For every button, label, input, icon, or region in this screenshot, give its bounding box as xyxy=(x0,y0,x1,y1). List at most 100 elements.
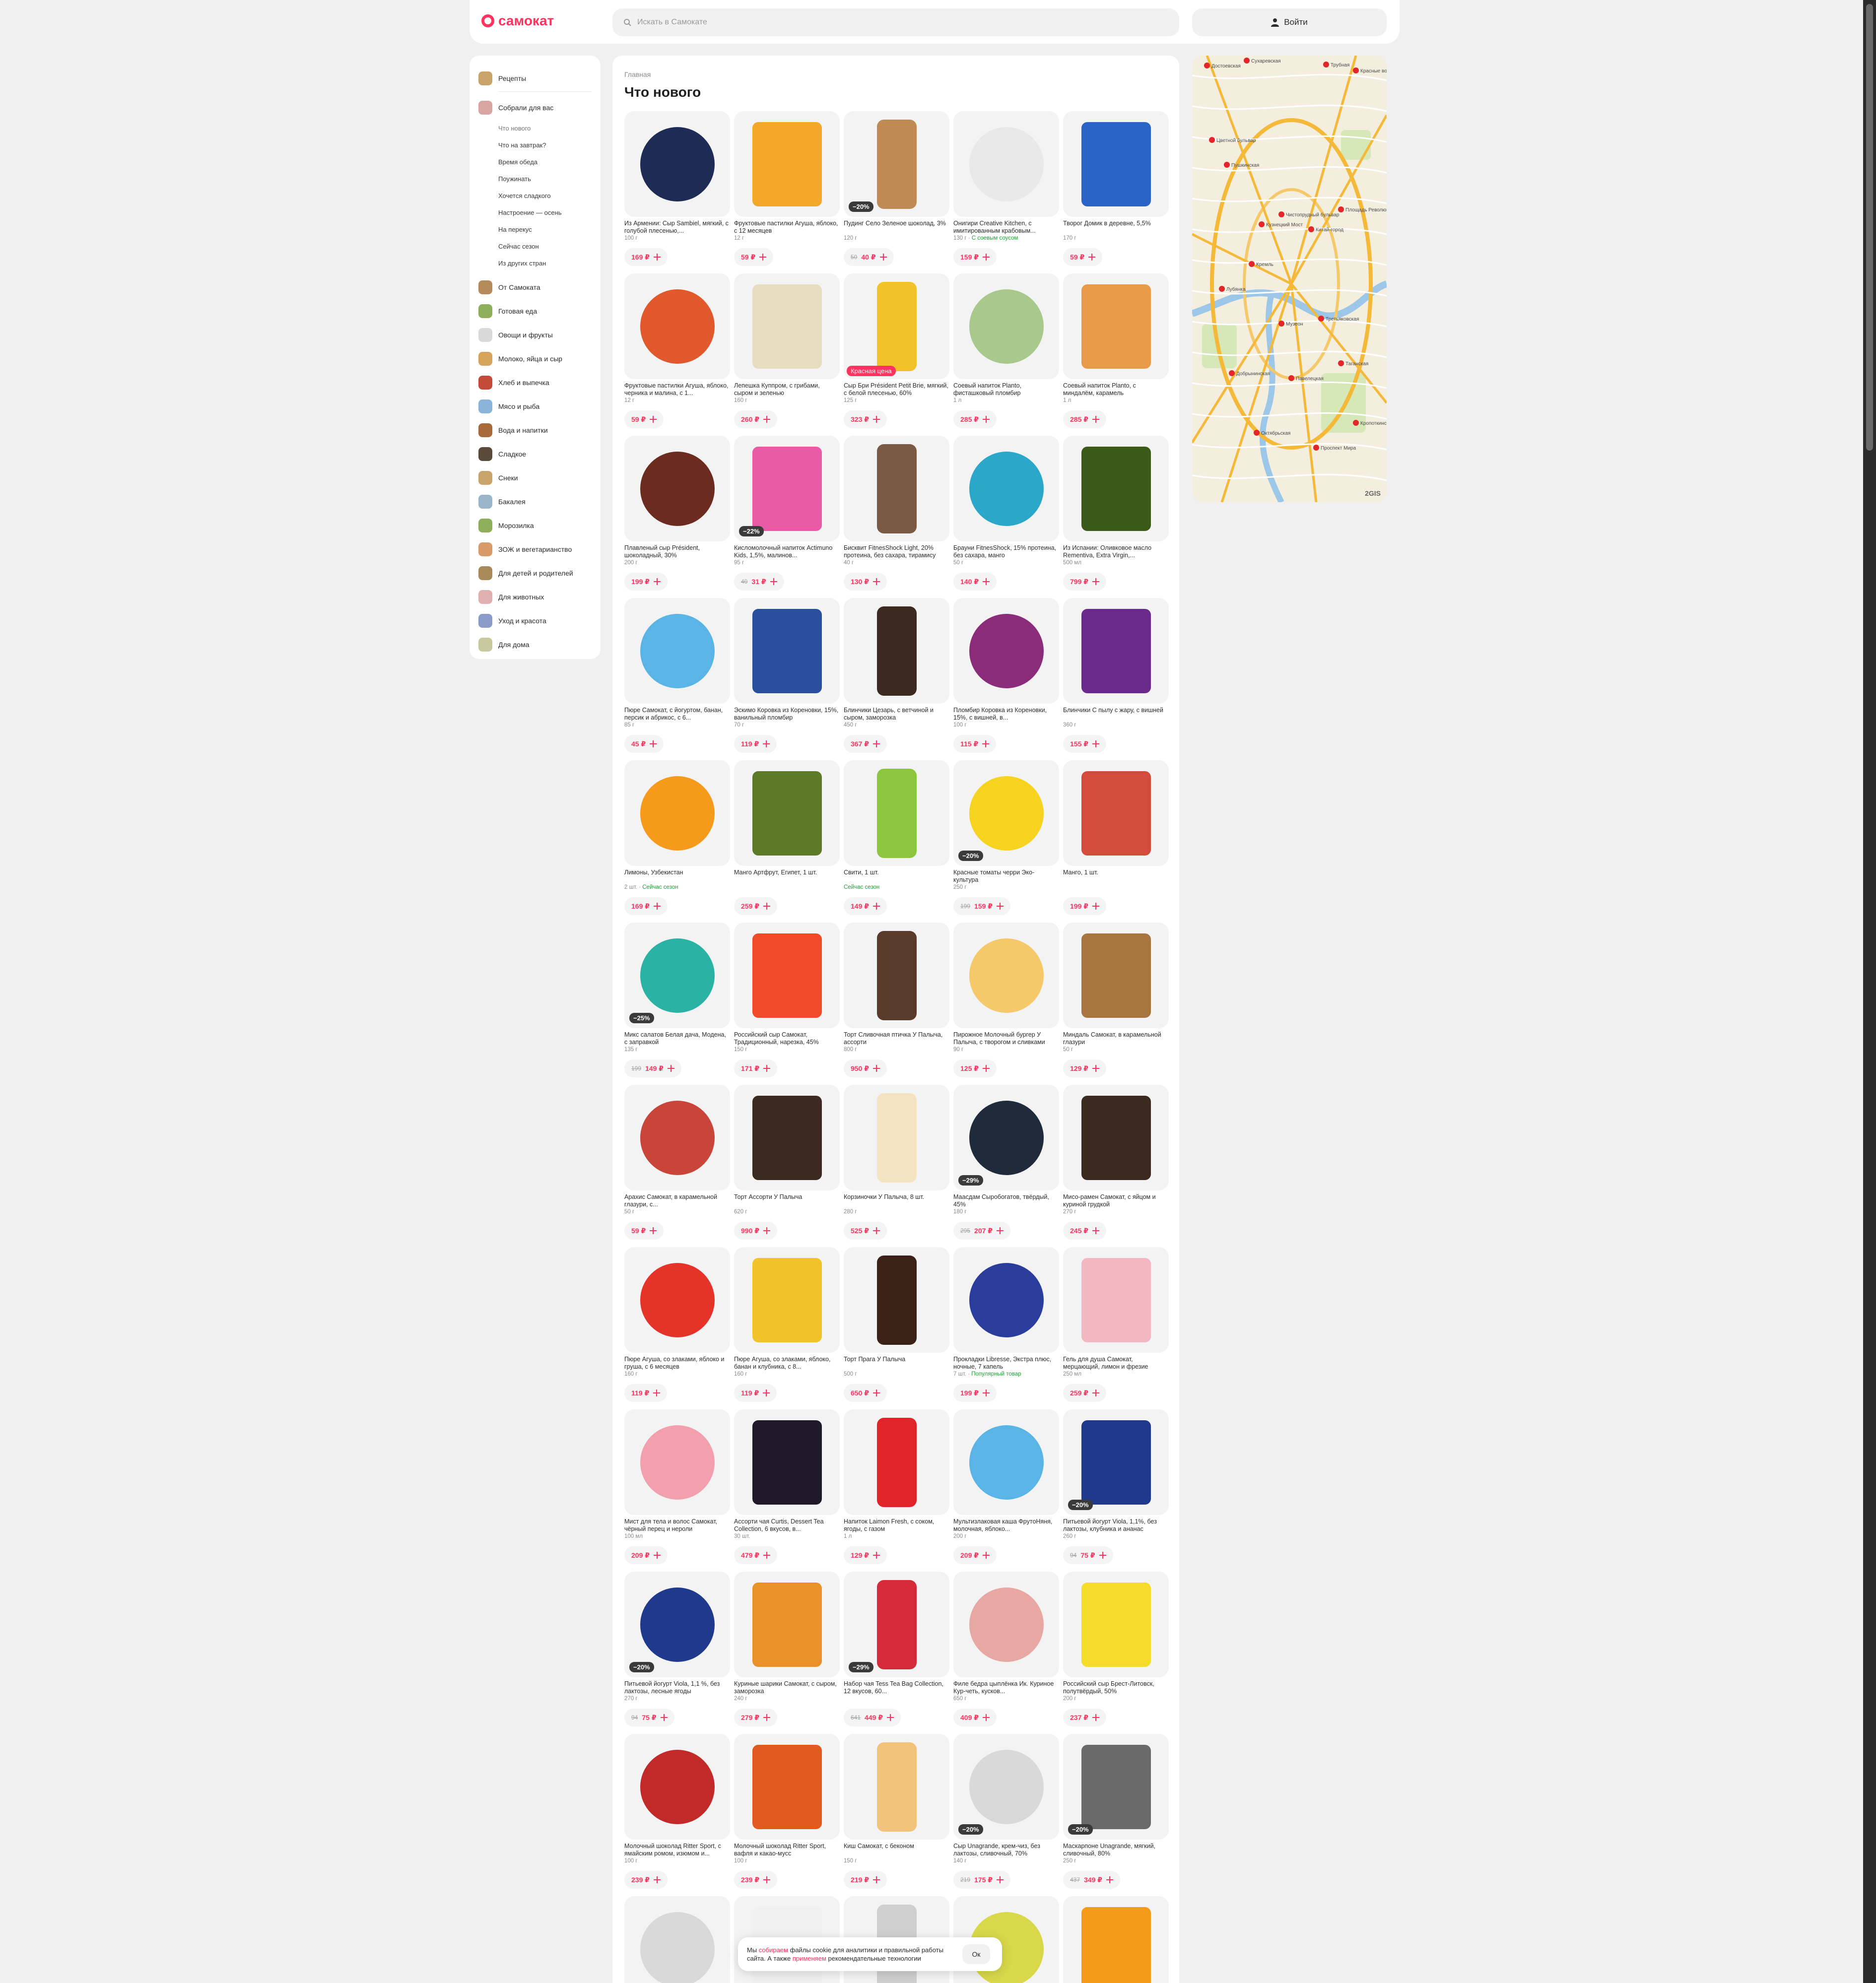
product-name[interactable]: Набор чая Tess Tea Bag Collection, 12 вк… xyxy=(844,1680,949,1695)
product-name[interactable]: Лепешка Куппром, с грибами, сыром и зеле… xyxy=(734,382,840,397)
product-card[interactable]: −22% Кисломолочный напиток Actimuno Kids,… xyxy=(734,436,840,598)
add-to-cart-button[interactable]: 130 ₽ xyxy=(844,573,887,591)
add-to-cart-button[interactable]: 59 ₽ xyxy=(1063,248,1103,266)
add-to-cart-button[interactable]: 219 ₽ xyxy=(844,1871,887,1889)
sidebar-subitem[interactable]: Что нового xyxy=(478,120,592,136)
product-image[interactable] xyxy=(953,436,1059,541)
product-name[interactable]: Манго Артфрут, Египет, 1 шт. xyxy=(734,869,840,884)
product-card[interactable]: Филе бедра цыплёнка Ик. Куриное Кур-четь… xyxy=(953,1572,1059,1734)
product-image[interactable] xyxy=(624,111,730,217)
add-to-cart-button[interactable]: 209 ₽ xyxy=(624,1546,668,1564)
product-card[interactable]: Соевый напиток Planto, фисташковый пломб… xyxy=(953,273,1059,436)
product-card[interactable]: Киш Самокат, с беконом 150 г 219 ₽ xyxy=(844,1734,949,1896)
product-image[interactable] xyxy=(734,1085,840,1190)
add-to-cart-button[interactable]: 199 149 ₽ xyxy=(624,1059,682,1077)
product-image[interactable]: −20% xyxy=(844,111,949,217)
sidebar-subitem[interactable]: Время обеда xyxy=(478,153,592,170)
product-card[interactable]: −20% Сыр Unagrande, крем-чиз, без лактозы… xyxy=(953,1734,1059,1896)
product-name[interactable]: Бисквит FitnesShock Light, 20% протеина,… xyxy=(844,544,949,559)
add-to-cart-button[interactable]: 169 ₽ xyxy=(624,897,668,915)
product-image[interactable] xyxy=(1063,111,1169,217)
add-to-cart-button[interactable]: 129 ₽ xyxy=(1063,1059,1106,1077)
product-name[interactable]: Красные томаты черри Эко-культура xyxy=(953,869,1059,884)
product-name[interactable]: Брауни FitnesShock, 15% протеина, без са… xyxy=(953,544,1059,559)
product-card[interactable]: −20% Маскарпоне Unagrande, мягкий, сливоч… xyxy=(1063,1734,1169,1896)
product-image[interactable] xyxy=(844,923,949,1028)
add-to-cart-button[interactable]: 199 ₽ xyxy=(1063,897,1106,915)
product-card[interactable]: Арахис Самокат, в карамельной глазури, с… xyxy=(624,1085,730,1247)
product-image[interactable] xyxy=(734,111,840,217)
product-card[interactable]: Российский сыр Самокат, Традиционный, на… xyxy=(734,923,840,1085)
product-card[interactable]: Торт Сливочная птичка У Палыча, ассорти 8… xyxy=(844,923,949,1085)
product-card[interactable]: Красная цена Сыр Бри Président Petit Brie… xyxy=(844,273,949,436)
product-card[interactable]: Свити, 1 шт. Сейчас сезон 149 ₽ xyxy=(844,760,949,923)
product-name[interactable]: Молочный шоколад Ritter Sport, с ямайски… xyxy=(624,1843,730,1857)
sidebar-subitem[interactable]: На перекус xyxy=(478,221,592,238)
add-to-cart-button[interactable]: 650 ₽ xyxy=(844,1384,887,1402)
product-card[interactable]: Блинчики Цезарь, с ветчиной и сыром, зам… xyxy=(844,598,949,760)
add-to-cart-button[interactable]: 285 ₽ xyxy=(1063,410,1106,428)
add-to-cart-button[interactable]: 245 ₽ xyxy=(1063,1222,1106,1240)
product-name[interactable]: Миндаль Самокат, в карамельной глазури xyxy=(1063,1031,1169,1046)
product-name[interactable]: Российский сыр Брест-Литовск, полутвёрды… xyxy=(1063,1680,1169,1695)
product-card[interactable]: Фруктовые пастилки Агуша, яблоко, черник… xyxy=(624,273,730,436)
product-name[interactable]: Питьевой йогурт Viola, 1,1 %, без лактоз… xyxy=(624,1680,730,1695)
add-to-cart-button[interactable]: 199 ₽ xyxy=(953,1384,997,1402)
product-image[interactable]: Красная цена xyxy=(844,273,949,379)
product-image[interactable] xyxy=(844,598,949,704)
add-to-cart-button[interactable]: 295 207 ₽ xyxy=(953,1222,1011,1240)
add-to-cart-button[interactable]: 169 ₽ xyxy=(624,248,668,266)
add-to-cart-button[interactable]: 140 ₽ xyxy=(953,573,997,591)
add-to-cart-button[interactable]: 525 ₽ xyxy=(844,1222,887,1240)
product-card[interactable]: −20% Питьевой йогурт Viola, 1,1 %, без ла… xyxy=(624,1572,730,1734)
product-name[interactable]: Гель для душа Самокат, мерцающий, лимон … xyxy=(1063,1356,1169,1371)
product-card[interactable]: Брауни FitnesShock, 15% протеина, без са… xyxy=(953,436,1059,598)
product-name[interactable]: Ассорти чая Curtis, Dessert Tea Collecti… xyxy=(734,1518,840,1533)
product-card[interactable]: Молочный шоколад Ritter Sport, вафля и к… xyxy=(734,1734,840,1896)
scrollbar-thumb[interactable] xyxy=(1866,4,1873,451)
product-card[interactable]: Пюре Агуша, со злаками, яблоко и груша, … xyxy=(624,1247,730,1409)
product-name[interactable]: Питьевой йогурт Viola, 1,1%, без лактозы… xyxy=(1063,1518,1169,1533)
product-image[interactable] xyxy=(624,1896,730,1983)
product-name[interactable]: Пюре Агуша, со злаками, яблоко и груша, … xyxy=(624,1356,730,1371)
product-name[interactable]: Сыр Бри Président Petit Brie, мягкий, с … xyxy=(844,382,949,397)
add-to-cart-button[interactable]: 285 ₽ xyxy=(953,410,997,428)
product-card[interactable]: Манго, 1 шт. 199 ₽ xyxy=(1063,760,1169,923)
product-image[interactable] xyxy=(1063,923,1169,1028)
cookie-link-apply[interactable]: применяем xyxy=(793,1955,826,1962)
product-name[interactable]: Куриные шарики Самокат, с сыром, замороз… xyxy=(734,1680,840,1695)
product-image[interactable] xyxy=(1063,1085,1169,1190)
product-card[interactable]: Молочный шоколад Ritter Sport, с ямайски… xyxy=(624,1734,730,1896)
add-to-cart-button[interactable]: 437 349 ₽ xyxy=(1063,1871,1121,1889)
product-image[interactable]: −25% xyxy=(624,923,730,1028)
add-to-cart-button[interactable]: 119 ₽ xyxy=(734,735,777,753)
add-to-cart-button[interactable]: 799 ₽ xyxy=(1063,573,1106,591)
product-image[interactable] xyxy=(624,760,730,866)
add-to-cart-button[interactable]: 239 ₽ xyxy=(734,1871,777,1889)
add-to-cart-button[interactable]: 367 ₽ xyxy=(844,735,887,753)
product-card[interactable]: Ассорти чая Curtis, Dessert Tea Collecti… xyxy=(734,1409,840,1572)
logo[interactable]: самокат xyxy=(481,13,554,29)
product-card[interactable]: −25% Микс салатов Белая дача, Модена, с з… xyxy=(624,923,730,1085)
product-image[interactable] xyxy=(624,598,730,704)
add-to-cart-button[interactable]: 990 ₽ xyxy=(734,1222,777,1240)
product-card[interactable]: Мисо-рамен Самокат, с яйцом и куриной гр… xyxy=(1063,1085,1169,1247)
cookie-ok-button[interactable]: Ок xyxy=(962,1944,990,1964)
product-image[interactable] xyxy=(624,1247,730,1353)
sidebar-category[interactable]: Для детей и родителей xyxy=(478,561,592,585)
add-to-cart-button[interactable]: 119 ₽ xyxy=(734,1384,777,1402)
product-card[interactable]: Пюре Самокат, с йогуртом, банан, персик … xyxy=(624,598,730,760)
add-to-cart-button[interactable]: 149 ₽ xyxy=(844,897,887,915)
sidebar-category[interactable]: Для животных xyxy=(478,585,592,609)
product-image[interactable] xyxy=(624,1734,730,1840)
product-image[interactable] xyxy=(844,1085,949,1190)
product-name[interactable]: Российский сыр Самокат, Традиционный, на… xyxy=(734,1031,840,1046)
product-card[interactable]: Прокладки Libresse, Экстра плюс, ночные,… xyxy=(953,1247,1059,1409)
sidebar-subitem[interactable]: Что на завтрак? xyxy=(478,136,592,153)
product-card[interactable] xyxy=(1063,1896,1169,1983)
product-image[interactable]: −22% xyxy=(734,436,840,541)
search-input[interactable]: Искать в Самокате xyxy=(612,8,1179,36)
sidebar-category[interactable]: ЗОЖ и вегетарианство xyxy=(478,537,592,561)
product-image[interactable] xyxy=(734,273,840,379)
product-name[interactable]: Прокладки Libresse, Экстра плюс, ночные,… xyxy=(953,1356,1059,1371)
